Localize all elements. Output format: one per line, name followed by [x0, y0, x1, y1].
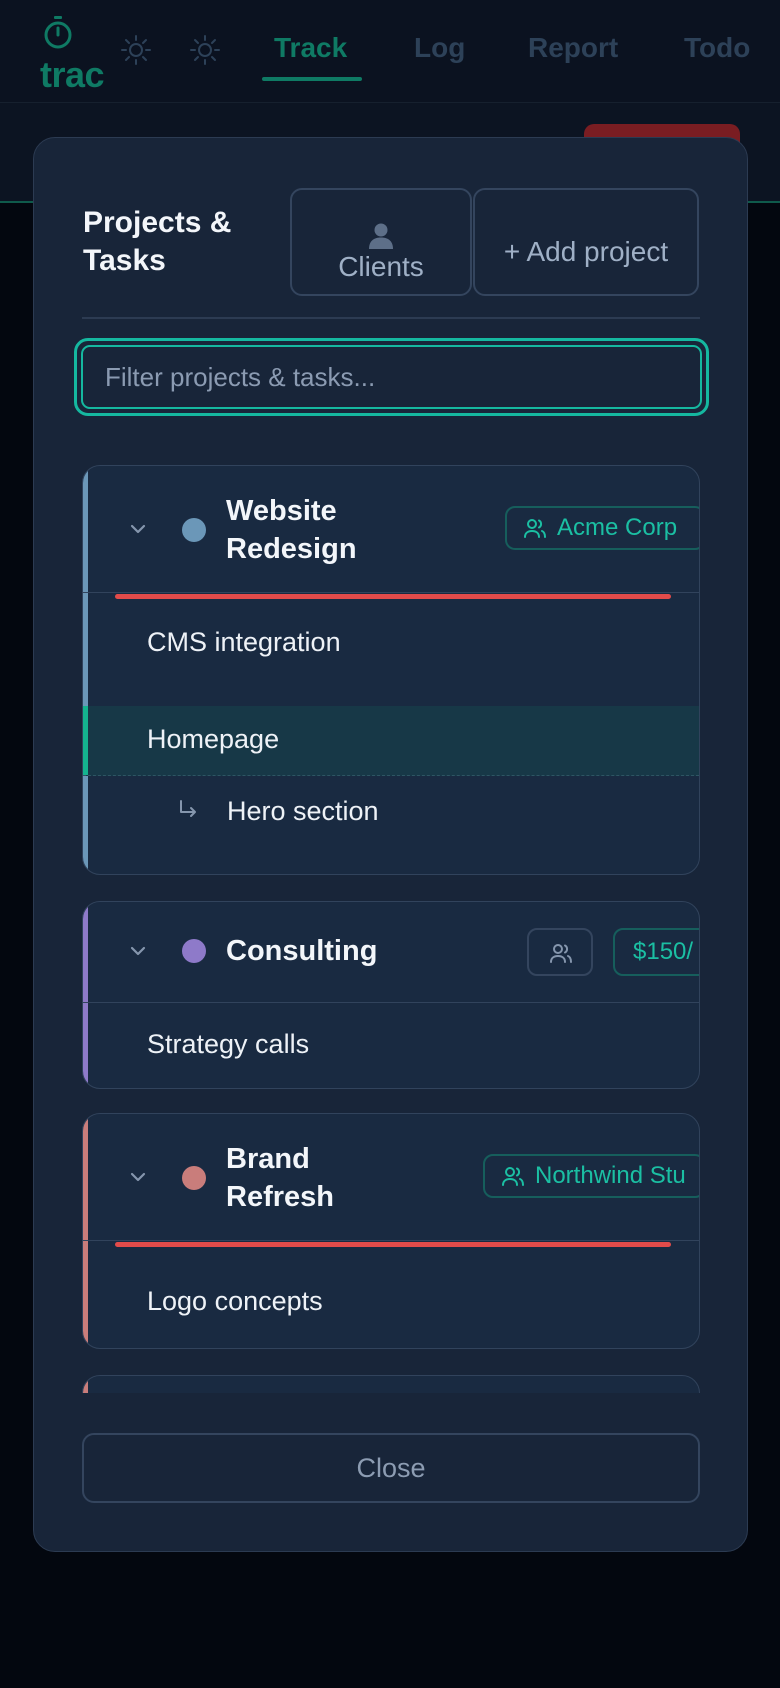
chevron-down-icon[interactable]: [127, 518, 149, 540]
user-icon: [369, 223, 393, 249]
task-label: CMS integration: [147, 627, 341, 657]
subtask-item[interactable]: Hero section: [83, 776, 699, 856]
modal-title: Projects & Tasks: [83, 206, 232, 277]
client-badge[interactable]: Northwind Stu: [483, 1154, 699, 1198]
subtask-arrow-icon: [180, 800, 196, 817]
task-item[interactable]: Logo concepts: [83, 1254, 699, 1348]
selected-indicator: [83, 706, 88, 775]
over-budget-bar: [115, 594, 671, 599]
task-label: Logo concepts: [147, 1286, 323, 1316]
over-budget-bar: [115, 1242, 671, 1247]
project-color-dot: [182, 1166, 206, 1190]
active-tab-indicator: [262, 77, 362, 81]
app-logo[interactable]: trac: [38, 14, 118, 95]
client-badge[interactable]: Acme Corp: [505, 506, 699, 550]
project-list[interactable]: Website Redesign Acme Corp CMS integrati…: [82, 465, 702, 1393]
project-header-divider: [83, 1240, 699, 1241]
project-color-accent: [83, 1376, 88, 1393]
stopwatch-icon: [44, 16, 72, 49]
project-name: Website Redesign: [226, 495, 357, 565]
client-name: Northwind Stu: [535, 1162, 686, 1189]
clients-button[interactable]: Clients: [290, 188, 472, 296]
chevron-down-icon[interactable]: [127, 940, 149, 962]
tab-track[interactable]: Track: [274, 32, 347, 64]
task-item-selected[interactable]: Homepage: [83, 706, 699, 776]
projects-modal: Projects & Tasks Clients + Add project W…: [33, 137, 748, 1552]
app-header: trac Track Log Report Todo: [0, 0, 780, 103]
filter-field: [74, 338, 709, 416]
task-item[interactable]: Strategy calls: [83, 1003, 699, 1088]
users-icon: [550, 944, 572, 963]
task-label: Strategy calls: [147, 1029, 310, 1059]
project-card: [82, 1375, 700, 1393]
header-divider: [82, 317, 700, 319]
users-icon: [524, 519, 546, 538]
project-header[interactable]: Brand Refresh Northwind Stu: [83, 1114, 699, 1240]
tab-log[interactable]: Log: [414, 32, 465, 64]
close-button[interactable]: Close: [82, 1433, 700, 1503]
logo-text: trac: [40, 54, 105, 95]
task-item[interactable]: CMS integration: [83, 611, 699, 706]
clients-label: Clients: [338, 251, 424, 282]
project-card: Brand Refresh Northwind Stu Logo concept…: [82, 1113, 700, 1349]
client-name: Acme Corp: [557, 514, 678, 541]
project-card: Website Redesign Acme Corp CMS integrati…: [82, 465, 700, 875]
tab-report[interactable]: Report: [528, 32, 618, 64]
project-header[interactable]: Consulting $150/: [83, 902, 699, 1002]
project-color-dot: [182, 939, 206, 963]
tab-todo[interactable]: Todo: [684, 32, 750, 64]
project-color-dot: [182, 518, 206, 542]
chevron-down-icon[interactable]: [127, 1166, 149, 1188]
project-name: Consulting: [226, 935, 378, 967]
add-project-label: + Add project: [503, 236, 669, 267]
project-card: Consulting $150/ Strategy calls: [82, 901, 700, 1089]
project-header[interactable]: Website Redesign Acme Corp: [83, 466, 699, 592]
add-project-button[interactable]: + Add project: [473, 188, 699, 296]
assign-client-button[interactable]: [527, 928, 593, 976]
project-header-divider: [83, 592, 699, 593]
rate-badge[interactable]: $150/: [613, 928, 699, 976]
task-label: Homepage: [147, 724, 280, 754]
sun-icon[interactable]: [188, 33, 222, 67]
sun-icon[interactable]: [119, 33, 153, 67]
filter-input[interactable]: [81, 345, 702, 409]
project-name: Brand Refresh: [226, 1143, 334, 1213]
users-icon: [502, 1167, 524, 1186]
subtask-label: Hero section: [227, 796, 379, 826]
